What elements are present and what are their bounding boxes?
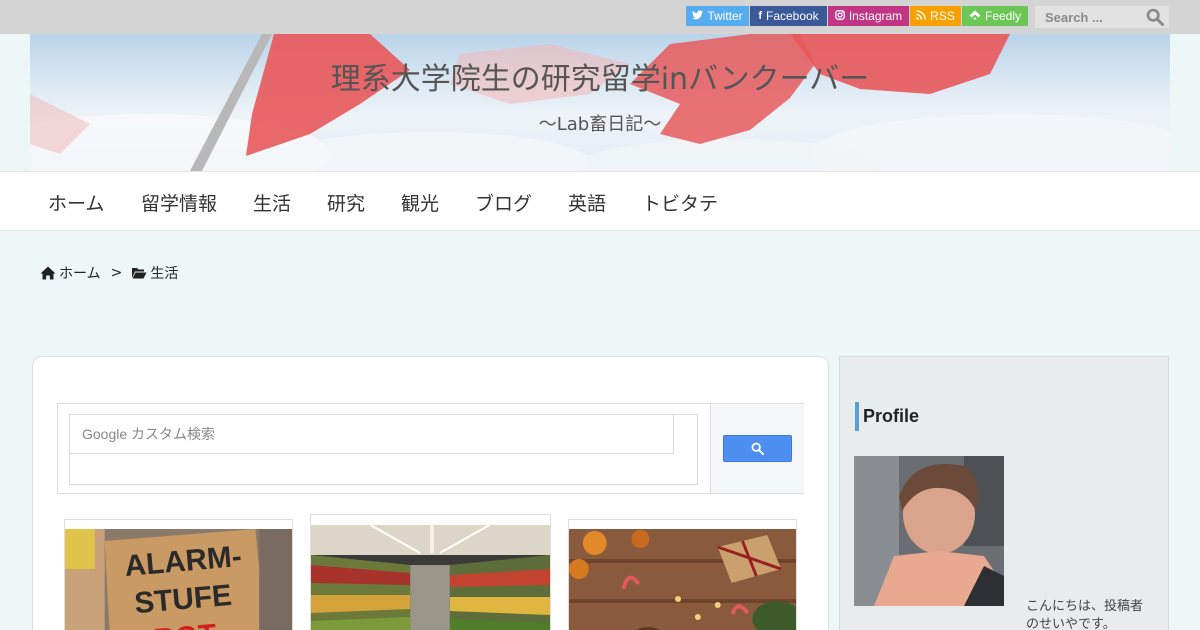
folder-open-icon (132, 268, 147, 279)
instagram-icon (834, 9, 845, 23)
article-card[interactable] (310, 514, 551, 630)
google-search-input[interactable] (70, 415, 673, 454)
breadcrumb-separator: > (110, 265, 123, 281)
nav-item-blog[interactable]: ブログ (475, 189, 532, 216)
profile-text-line-1: こんにちは、投稿者 (1026, 599, 1144, 614)
rss-link[interactable]: RSS (910, 6, 961, 26)
sidebar: Profile こんにちは、投稿者 のせいやです。 (839, 356, 1169, 630)
facebook-label: Facebook (765, 9, 819, 23)
nav-item-research[interactable]: 研究 (327, 189, 365, 216)
site-header: 理系大学院生の研究留学inバンクーバー ～Lab畜日記～ (30, 34, 1170, 171)
main-content: ALARM- STUFE ROT (32, 356, 829, 630)
twitter-label: Twitter (707, 9, 743, 23)
profile-widget-title: Profile (855, 402, 919, 431)
site-title[interactable]: 理系大学院生の研究留学inバンクーバー (30, 54, 1170, 98)
main-nav: ホーム 留学情報 生活 研究 観光 ブログ 英語 トビタテ (0, 171, 1200, 231)
article-card[interactable]: ALARM- STUFE ROT (64, 519, 293, 630)
feedly-icon (969, 10, 981, 23)
profile-text: こんにちは、投稿者 のせいやです。 (1026, 598, 1166, 630)
top-bar: Twitter f Facebook Instagram RSS Feedly (0, 0, 1200, 34)
search-icon (751, 442, 764, 455)
article-card[interactable] (568, 519, 797, 630)
breadcrumb: ホーム > 生活 (40, 264, 178, 282)
breadcrumb-home-link[interactable]: ホーム (59, 263, 101, 283)
rss-icon (916, 9, 926, 23)
twitter-link[interactable]: Twitter (686, 6, 749, 26)
facebook-icon: f (758, 10, 762, 22)
google-custom-search (57, 403, 804, 494)
site-tagline: ～Lab畜日記～ (538, 114, 662, 135)
gcse-button-area (710, 404, 804, 493)
avatar (854, 456, 1004, 606)
nav-item-home[interactable]: ホーム (48, 189, 104, 216)
nav-item-study-abroad-info[interactable]: 留学情報 (141, 189, 217, 216)
facebook-link[interactable]: f Facebook (750, 6, 827, 26)
rss-label: RSS (930, 9, 955, 23)
nav-item-tobitate[interactable]: トビタテ (642, 189, 718, 216)
feedly-link[interactable]: Feedly (962, 6, 1028, 26)
profile-text-line-2: のせいやです。 (1026, 617, 1116, 630)
instagram-link[interactable]: Instagram (828, 6, 909, 26)
nav-item-sightseeing[interactable]: 観光 (401, 189, 439, 216)
article-thumbnail[interactable]: ALARM- STUFE ROT (65, 529, 292, 630)
search-icon[interactable] (1146, 8, 1164, 26)
twitter-icon (692, 9, 704, 23)
gcse-divider (673, 415, 674, 454)
nav-item-life[interactable]: 生活 (253, 189, 291, 216)
instagram-label: Instagram (848, 9, 903, 23)
article-thumbnail[interactable] (569, 529, 796, 630)
nav-item-english[interactable]: 英語 (568, 189, 606, 216)
breadcrumb-current[interactable]: 生活 (150, 263, 178, 283)
gcse-input-wrapper (69, 414, 698, 485)
google-search-button[interactable] (723, 435, 792, 462)
feedly-label: Feedly (984, 9, 1022, 23)
home-icon (40, 266, 56, 280)
article-thumbnail[interactable] (311, 525, 550, 630)
